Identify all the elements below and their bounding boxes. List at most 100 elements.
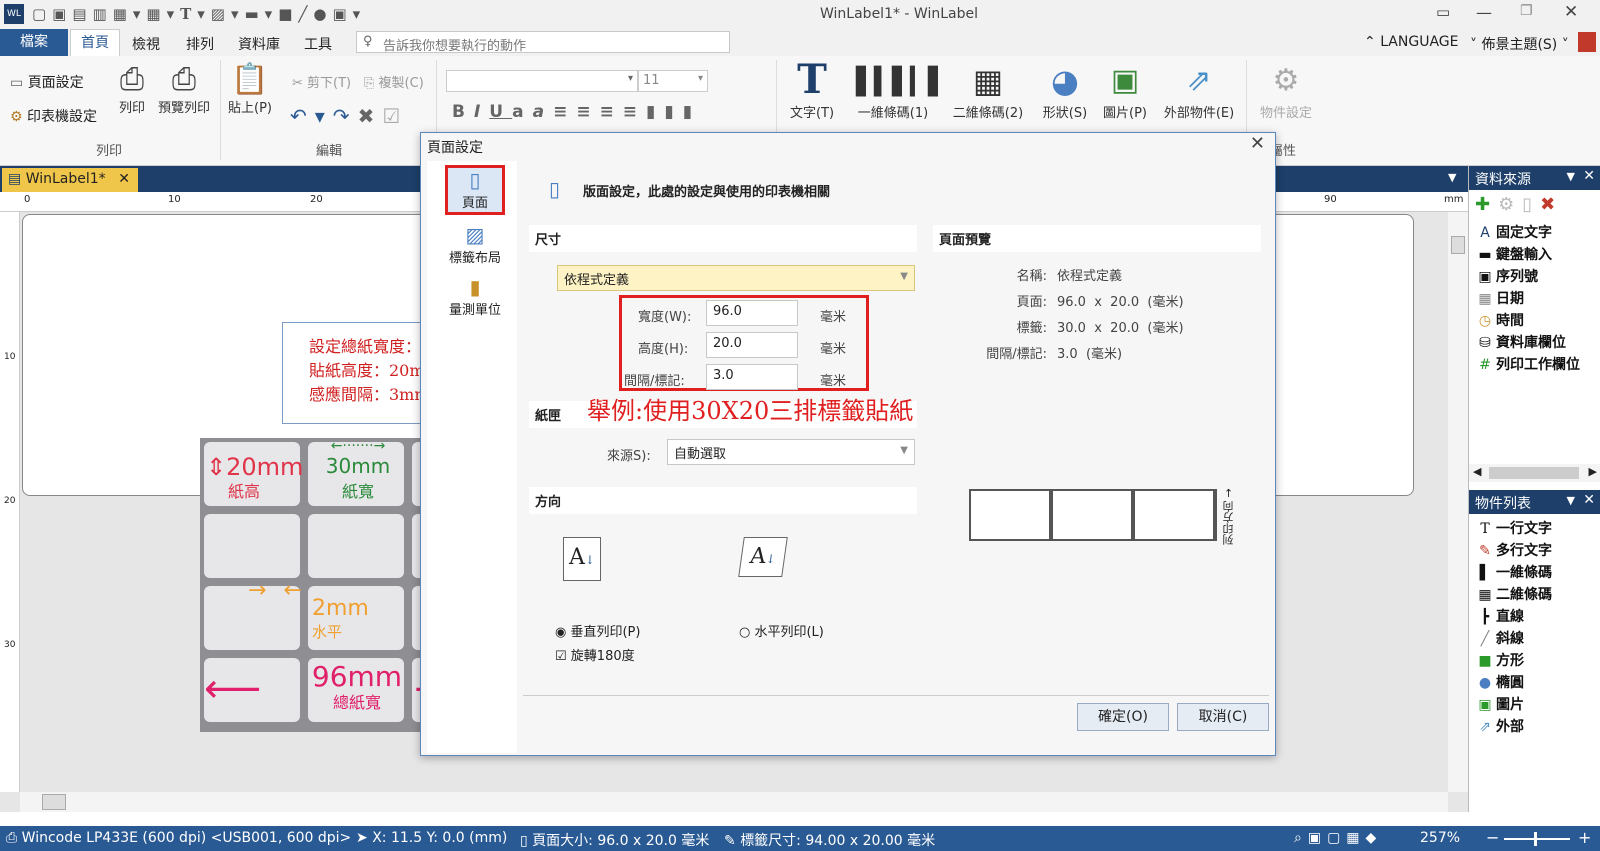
- tab-view[interactable]: 檢視: [132, 34, 160, 54]
- horizontal-scrollbar[interactable]: [20, 792, 1448, 812]
- vertical-scroll-thumb[interactable]: [1451, 236, 1465, 254]
- zoom-slider[interactable]: [1504, 832, 1570, 846]
- doc-tab[interactable]: ▤ WinLabel1* ✕: [2, 168, 138, 192]
- page-setup-button[interactable]: ▭ 頁面設定: [10, 72, 84, 92]
- cut-button[interactable]: ✂ 剪下(T): [292, 72, 351, 91]
- cancel-button[interactable]: 取消(C): [1177, 703, 1269, 731]
- list-item[interactable]: ● 橢圓: [1469, 672, 1600, 694]
- label-preview: [969, 489, 1217, 541]
- restore-ribbon-icon[interactable]: ▭: [1436, 3, 1450, 21]
- list-item[interactable]: ▦ 二維條碼: [1469, 584, 1600, 606]
- list-item[interactable]: ◷ 時間: [1469, 310, 1600, 332]
- nav-page[interactable]: ▯ 頁面: [445, 165, 505, 215]
- panel-horizontal-scrollbar[interactable]: ◀ ▶: [1469, 464, 1600, 482]
- tab-database[interactable]: 資料庫: [238, 34, 280, 54]
- copy-button[interactable]: ⎘ 複製(C): [364, 72, 424, 91]
- language-menu[interactable]: ⌃ LANGUAGE: [1364, 34, 1458, 50]
- insert-text-button[interactable]: T 文字(T): [784, 56, 840, 122]
- list-item[interactable]: ⇗ 外部: [1469, 716, 1600, 738]
- tab-home[interactable]: 首頁: [70, 29, 120, 56]
- gap-field[interactable]: 3.0: [706, 364, 798, 390]
- preview-name-label: 名稱:: [1016, 269, 1047, 284]
- width-field[interactable]: 96.0: [706, 300, 798, 326]
- quick-access-toolbar[interactable]: ▢▣▤▥▦▾▦▾T▾▨▾▬▾■╱●▣▾: [32, 5, 366, 23]
- text-t-icon: T: [797, 56, 827, 103]
- vertical-scrollbar[interactable]: [1448, 212, 1468, 792]
- datasource-toolbar[interactable]: ✚⚙▯✖: [1475, 194, 1563, 215]
- insert-external-button[interactable]: ⇗ 外部物件(E): [1160, 60, 1238, 121]
- list-item[interactable]: ┣ 直線: [1469, 606, 1600, 628]
- printer-setup-button[interactable]: ⚙ 印表機設定: [10, 106, 97, 126]
- horizontal-print-radio[interactable]: ○ 水平列印(L): [739, 621, 824, 640]
- qrcode-icon: ▦: [972, 62, 1004, 100]
- horizontal-scroll-thumb[interactable]: [42, 794, 66, 810]
- scroll-left-icon[interactable]: ◀: [1473, 465, 1481, 478]
- list-item[interactable]: # 列印工作欄位: [1469, 354, 1600, 376]
- font-size-value: 11: [643, 73, 660, 88]
- tab-arrange[interactable]: 排列: [186, 34, 214, 54]
- font-format-icons[interactable]: BIUaa≡≡≡≡▮▮▮: [452, 102, 701, 122]
- zoom-out-icon[interactable]: −: [1486, 828, 1499, 847]
- search-input[interactable]: 告訴我你想要執行的動作: [383, 35, 526, 54]
- insert-barcode-button[interactable]: ▌▍▌▎▌ 一維條碼(1): [856, 62, 948, 121]
- maximize-icon[interactable]: ❐: [1520, 3, 1533, 19]
- ok-button[interactable]: 確定(O): [1077, 703, 1169, 731]
- scroll-right-icon[interactable]: ▶: [1589, 465, 1597, 478]
- print-button[interactable]: ⎙ 列印: [112, 62, 152, 116]
- user-avatar[interactable]: [1578, 32, 1596, 52]
- source-select[interactable]: 自動選取 ▼: [667, 439, 915, 465]
- printer-icon: ⎙: [6, 830, 18, 846]
- list-item[interactable]: ⛁ 資料庫欄位: [1469, 332, 1600, 354]
- insert-2d-barcode-button[interactable]: ▦ 二維條碼(2): [950, 60, 1026, 121]
- tab-list-chevron-icon[interactable]: ▼: [1448, 171, 1456, 184]
- view-mode-icons[interactable]: ⌕▣▢▦◆: [1294, 830, 1382, 846]
- nav-label-layout[interactable]: ▨ 標籤布局: [439, 223, 511, 266]
- doc-tab-close-icon[interactable]: ✕: [118, 171, 130, 187]
- list-item[interactable]: ╱ 斜線: [1469, 628, 1600, 650]
- file-menu[interactable]: 檔案: [0, 29, 68, 56]
- printer-status: ⎙ Wincode LP433E (600 dpi) <USB001, 600 …: [6, 830, 352, 846]
- theme-menu[interactable]: ˅ 佈景主題(S) ˅: [1470, 34, 1569, 54]
- print-group-label: 列印: [96, 144, 123, 159]
- list-item[interactable]: ▣ 圖片: [1469, 694, 1600, 716]
- zoom-in-icon[interactable]: +: [1578, 828, 1591, 847]
- cut-label: 剪下(T): [307, 76, 352, 91]
- nav-units-label: 量測單位: [448, 303, 501, 318]
- nav-units[interactable]: ▮ 量測單位: [439, 275, 511, 318]
- panel-menu-chevron-icon[interactable]: ▼: [1567, 494, 1575, 507]
- checkbox-checked-icon: ☑: [555, 649, 567, 664]
- font-family-select[interactable]: ▾: [446, 70, 638, 92]
- rotate-checkbox[interactable]: ☑ 旋轉180度: [555, 645, 635, 664]
- insert-image-button[interactable]: ▣ 圖片(P): [1100, 60, 1150, 121]
- dialog-close-icon[interactable]: ✕: [1250, 133, 1265, 154]
- list-item[interactable]: ▣ 序列號: [1469, 266, 1600, 288]
- panel-scroll-thumb[interactable]: [1489, 467, 1579, 479]
- tab-tools[interactable]: 工具: [304, 34, 332, 54]
- print-preview-button[interactable]: ⎙ 預覽列印: [156, 62, 212, 116]
- search-box[interactable]: ♀ 告訴我你想要執行的動作: [356, 31, 730, 54]
- list-item[interactable]: A 固定文字: [1469, 222, 1600, 244]
- list-item[interactable]: ■ 方形: [1469, 650, 1600, 672]
- vertical-print-radio[interactable]: ◉ 垂直列印(P): [555, 621, 640, 640]
- page-size-status: ▯ 頁面大小: 96.0 x 20.0 毫米: [520, 833, 710, 849]
- list-item[interactable]: ▬ 鍵盤輸入: [1469, 244, 1600, 266]
- list-item[interactable]: ▌ 一維條碼: [1469, 562, 1600, 584]
- list-item[interactable]: T 一行文字: [1469, 518, 1600, 540]
- undo-redo-delete-icons[interactable]: ↶▾↷✖☑: [290, 104, 408, 128]
- height-field[interactable]: 20.0: [706, 332, 798, 358]
- size-select[interactable]: 依程式定義 ▼: [557, 265, 915, 291]
- paste-button[interactable]: 📋 貼上(P): [226, 62, 274, 116]
- minimize-icon[interactable]: —: [1476, 3, 1492, 22]
- language-label: LANGUAGE: [1380, 34, 1459, 50]
- panel-close-icon[interactable]: ✕: [1583, 168, 1595, 184]
- preview-page-label: 頁面:: [1016, 295, 1047, 310]
- list-item[interactable]: ✎ 多行文字: [1469, 540, 1600, 562]
- list-item[interactable]: ▦ 日期: [1469, 288, 1600, 310]
- panel-menu-chevron-icon[interactable]: ▼: [1567, 170, 1575, 183]
- panel-close-icon[interactable]: ✕: [1583, 492, 1595, 508]
- close-icon[interactable]: ✕: [1564, 2, 1578, 22]
- zoom-slider-thumb[interactable]: [1534, 832, 1537, 846]
- object-settings-button[interactable]: ⚙ 物件設定: [1254, 60, 1318, 121]
- font-size-select[interactable]: 11 ▾: [638, 70, 708, 92]
- insert-shape-button[interactable]: ◕ 形狀(S): [1040, 60, 1090, 121]
